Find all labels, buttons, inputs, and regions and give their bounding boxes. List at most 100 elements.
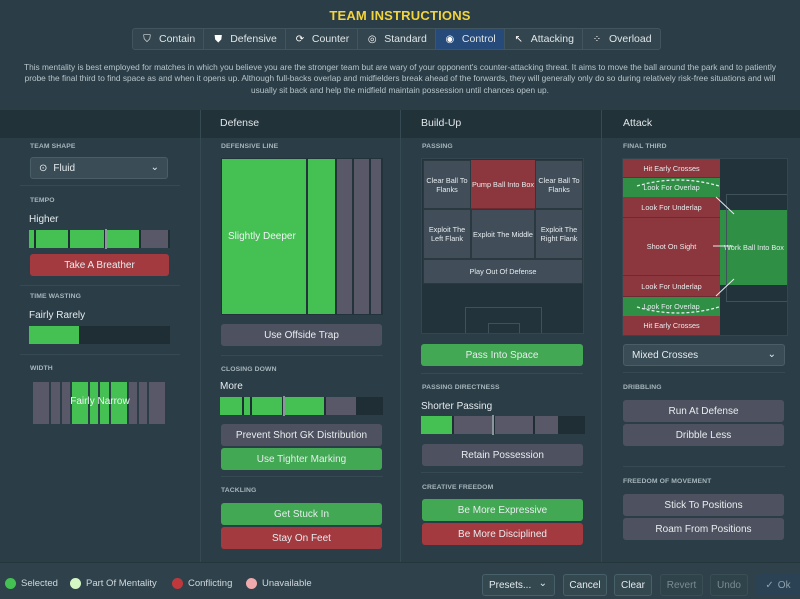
freedom-of-movement-label: FREEDOM OF MOVEMENT (623, 478, 712, 485)
revert-button[interactable]: Revert (660, 574, 703, 596)
retain-possession-button[interactable]: Retain Possession (422, 444, 583, 466)
separator (20, 185, 180, 186)
legend-conflicting: Conflicting (172, 578, 232, 589)
final-third-label: FINAL THIRD (623, 143, 667, 150)
zone-exploit-left-flank[interactable]: Exploit The Left Flank (423, 209, 471, 259)
passing-directness-label: PASSING DIRECTNESS (422, 384, 500, 391)
defensive-line-value: Slightly Deeper (222, 159, 306, 314)
separator (421, 373, 583, 374)
crossing-value: Mixed Crosses (632, 349, 699, 361)
crossing-dropdown[interactable]: Mixed Crosses ⌄ (623, 344, 785, 366)
standard-icon: ◎ (367, 33, 377, 45)
time-wasting-slider[interactable] (29, 326, 170, 344)
overload-icon: ⁘ (592, 33, 602, 45)
chevron-down-icon: ⌄ (150, 162, 159, 173)
zone-clear-ball-right[interactable]: Clear Ball To Flanks (535, 160, 583, 209)
selected-dot-icon (5, 578, 16, 589)
defense-column: Defense DEFENSIVE LINE Slightly Deeper U… (201, 110, 400, 562)
time-wasting-label: TIME WASTING (30, 293, 82, 300)
tab-overload[interactable]: ⁘ Overload (583, 29, 660, 49)
closing-down-slider[interactable] (220, 396, 383, 416)
tab-attacking[interactable]: ↖ Attacking (505, 29, 583, 49)
get-stuck-in-button[interactable]: Get Stuck In (221, 503, 382, 525)
default-marker (105, 229, 107, 249)
defensive-line-selector[interactable]: Slightly Deeper (221, 158, 383, 315)
chevron-down-icon: ⌄ (538, 578, 547, 589)
clear-button[interactable]: Clear (614, 574, 652, 596)
defense-title: Defense (220, 117, 260, 129)
width-value: Fairly Narrow (70, 396, 130, 407)
tackling-label: TACKLING (221, 487, 257, 494)
cancel-button[interactable]: Cancel (563, 574, 607, 596)
roam-from-positions-button[interactable]: Roam From Positions (623, 518, 784, 540)
control-icon: ◉ (445, 33, 455, 45)
closing-down-value: More (220, 381, 243, 392)
goal-box-line (488, 323, 520, 333)
tab-label: Control (461, 33, 496, 45)
tempo-slider[interactable] (29, 229, 170, 249)
tab-defensive[interactable]: ⛊ Defensive (204, 29, 286, 49)
team-shape-dropdown[interactable]: ⊙ Fluid ⌄ (30, 157, 168, 179)
tab-label: Counter (311, 33, 350, 45)
legend-label: Part Of Mentality (86, 578, 157, 589)
tab-counter[interactable]: ⟳ Counter (286, 29, 359, 49)
pass-into-space-button[interactable]: Pass Into Space (421, 344, 583, 366)
separator (20, 285, 180, 286)
dribble-less-button[interactable]: Dribble Less (623, 424, 784, 446)
prevent-short-gk-distribution-button[interactable]: Prevent Short GK Distribution (221, 424, 382, 446)
tab-contain[interactable]: ⛉ Contain (133, 29, 205, 49)
tab-label: Standard (384, 33, 427, 45)
legend-label: Selected (21, 578, 58, 589)
final-third-pitch: Hit Early Crosses Look For Overlap Look … (622, 158, 788, 336)
tab-label: Overload (608, 33, 652, 45)
undo-button[interactable]: Undo (710, 574, 748, 596)
ok-button[interactable]: ✓ Ok (756, 574, 800, 596)
part-of-mentality-dot-icon (70, 578, 81, 589)
separator (20, 354, 180, 355)
zone-exploit-middle[interactable]: Exploit The Middle (471, 209, 535, 259)
be-more-expressive-button[interactable]: Be More Expressive (422, 499, 583, 521)
defensive-line-label: DEFENSIVE LINE (221, 143, 279, 150)
checkmark-icon: ✓ (765, 579, 774, 591)
ok-label: Ok (777, 579, 791, 591)
attacking-arrow-icon: ↖ (514, 33, 523, 45)
zone-clear-ball-left[interactable]: Clear Ball To Flanks (423, 160, 471, 209)
passing-directness-slider[interactable] (421, 415, 585, 435)
team-shape-label: TEAM SHAPE (30, 143, 76, 150)
tab-control[interactable]: ◉ Control (435, 29, 505, 49)
time-wasting-value: Fairly Rarely (29, 310, 86, 321)
footer-bar: Selected Part Of Mentality Conflicting U… (0, 562, 800, 599)
use-offside-trap-button[interactable]: Use Offside Trap (221, 324, 382, 346)
creative-freedom-label: CREATIVE FREEDOM (422, 484, 494, 491)
presets-label: Presets... (489, 579, 532, 591)
stick-to-positions-button[interactable]: Stick To Positions (623, 494, 784, 516)
legend-unavailable: Unavailable (246, 578, 312, 589)
zone-play-out-of-defense[interactable]: Play Out Of Defense (423, 259, 583, 284)
width-label: WIDTH (30, 365, 53, 372)
stay-on-feet-button[interactable]: Stay On Feet (221, 527, 382, 549)
passing-directness-value: Shorter Passing (421, 401, 493, 412)
passing-label: PASSING (422, 143, 453, 150)
tab-standard[interactable]: ◎ Standard (358, 29, 436, 49)
presets-dropdown[interactable]: Presets... ⌄ (482, 574, 555, 596)
defensive-shield-icon: ⛊ (214, 33, 222, 45)
dribbling-label: DRIBBLING (623, 384, 662, 391)
be-more-disciplined-button[interactable]: Be More Disciplined (422, 523, 583, 545)
team-shape-value: Fluid (53, 162, 76, 174)
passing-pitch: Clear Ball To Flanks Pump Ball Into Box … (421, 158, 584, 334)
mentality-description: This mentality is best employed for matc… (24, 62, 776, 95)
page-title: TEAM INSTRUCTIONS (329, 8, 471, 23)
legend-selected: Selected (5, 578, 58, 589)
fluid-shape-icon: ⊙ (39, 162, 48, 174)
default-marker (492, 415, 494, 435)
separator (421, 472, 583, 473)
width-slider[interactable]: Fairly Narrow (33, 382, 167, 424)
movement-arrows (636, 179, 735, 314)
take-a-breather-button[interactable]: Take A Breather (30, 254, 169, 276)
attack-column: Attack FINAL THIRD Hit Early Crosses Loo… (602, 110, 800, 562)
zone-pump-ball-into-box[interactable]: Pump Ball Into Box (471, 160, 535, 209)
use-tighter-marking-button[interactable]: Use Tighter Marking (221, 448, 382, 470)
counter-icon: ⟳ (295, 33, 305, 45)
run-at-defense-button[interactable]: Run At Defense (623, 400, 784, 422)
zone-exploit-right-flank[interactable]: Exploit The Right Flank (535, 209, 583, 259)
